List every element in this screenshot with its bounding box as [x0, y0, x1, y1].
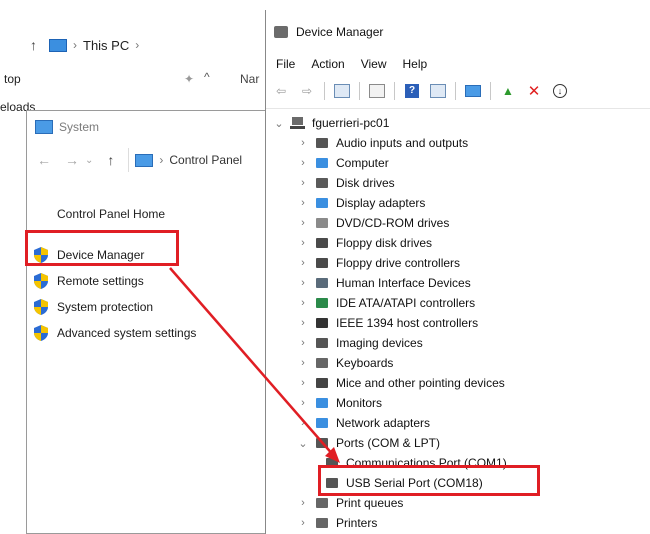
pointer-arrow	[169, 267, 340, 463]
arrow-shaft	[169, 267, 335, 457]
